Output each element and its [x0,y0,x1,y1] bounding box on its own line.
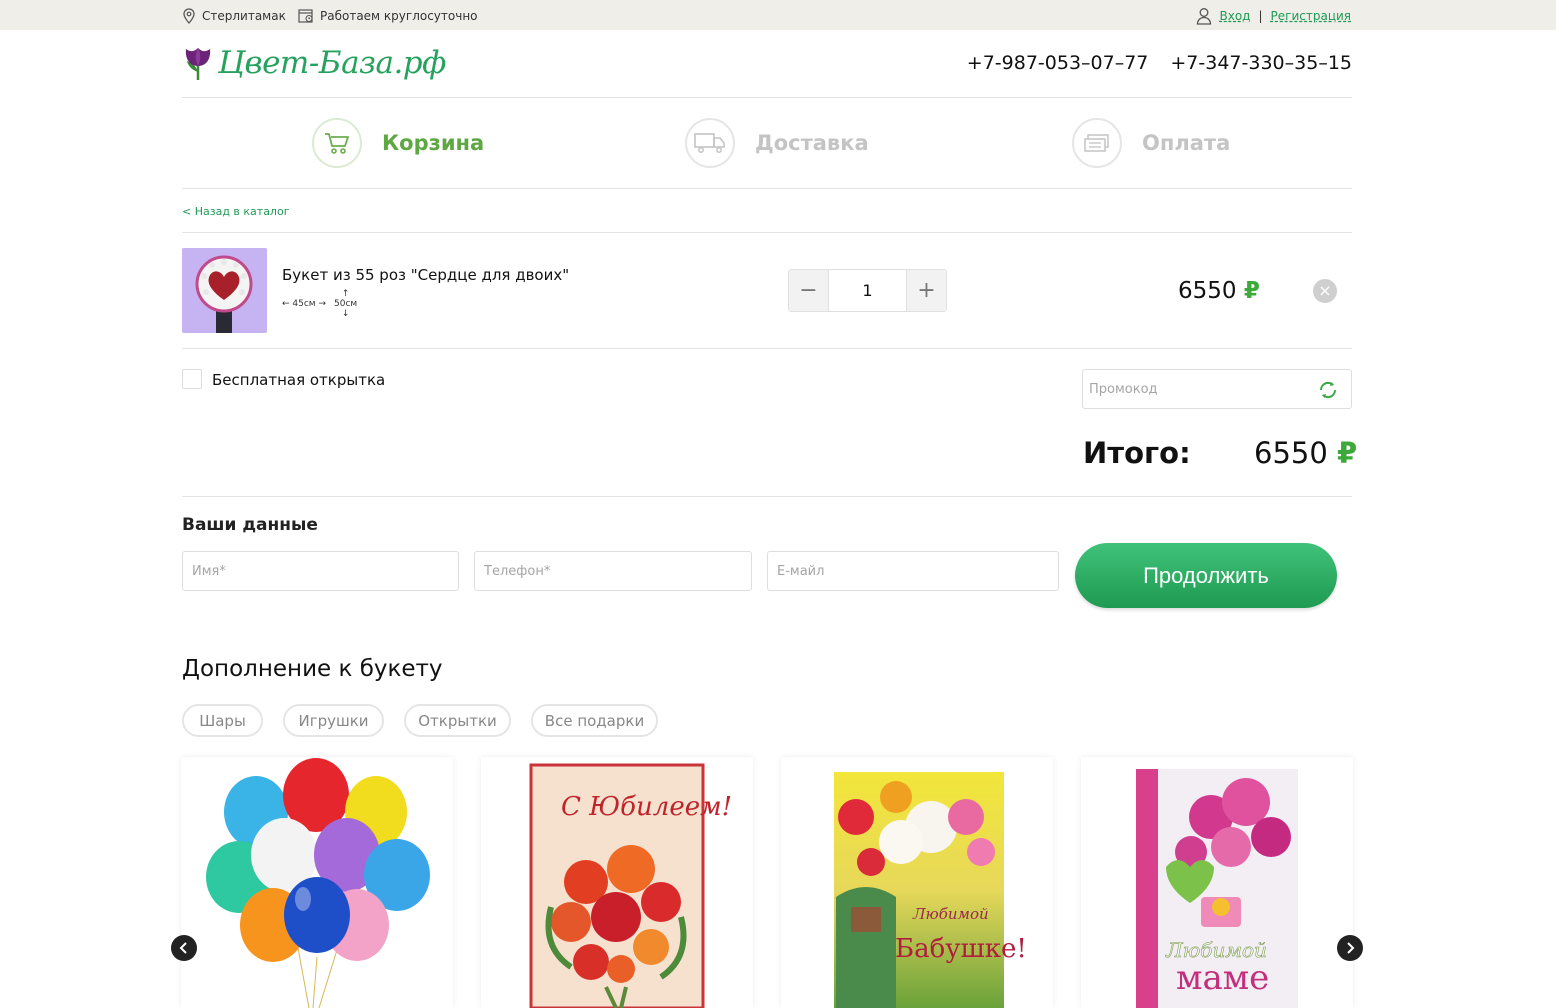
phone-input[interactable] [475,552,751,590]
mom-card-text-2: маме [1176,958,1269,998]
filter-toys[interactable]: Игрушки [283,704,384,737]
total-amount: 6550 ₽ [1254,436,1357,470]
height-dimension: ↑ 50см ↓ [334,289,357,319]
user-icon [1196,8,1211,25]
quantity-stepper: − 1 + [788,269,947,312]
refresh-icon[interactable] [1317,379,1339,401]
email-input[interactable] [768,552,1058,590]
cart-top-divider [182,232,1352,233]
step-payment[interactable]: Оплата [1072,118,1230,168]
cart-icon [325,133,349,154]
addon-card-jubilee[interactable]: С Юбилеем! [481,757,753,1008]
phone-list: +7-987-053–07–77 +7-347-330–35–15 [967,52,1352,74]
jubilee-card-text: С Юбилеем! [561,792,732,822]
logo-text: Цвет-База.рф [218,45,446,81]
carousel-prev-button[interactable] [171,935,197,961]
ruble-icon: ₽ [1243,278,1260,304]
filter-cards[interactable]: Открытки [404,704,511,737]
customer-section-title: Ваши данные [182,515,318,535]
total-label: Итого: [1083,436,1191,470]
promo-field [1082,369,1352,409]
arrow-up-icon: ↑ [341,289,350,299]
step-cart-label: Корзина [382,131,485,155]
addons-title: Дополнение к букету [182,656,443,682]
register-link[interactable]: Регистрация [1271,9,1351,23]
location-pin-icon [183,8,195,24]
addon-card-grandma[interactable]: Любимой Бабушке! [781,757,1053,1008]
chevron-left-icon [179,942,187,954]
addon-card-balloons[interactable] [181,757,453,1008]
email-field [767,551,1059,591]
city-selector[interactable]: Стерлитамак [182,8,286,24]
site-logo[interactable]: Цвет-База.рф [182,44,446,82]
step-delivery-circle [685,118,735,168]
width-dimension: ← 45см → [282,299,327,309]
quantity-decrease-button[interactable]: − [789,270,828,311]
auth-separator: | [1258,9,1263,23]
arrow-down-icon: ↓ [341,309,350,319]
cart-bottom-divider [182,348,1352,349]
working-hours-label: Работаем круглосуточно [320,8,478,23]
step-delivery[interactable]: Доставка [685,118,869,168]
bouquet-heart-image [182,248,267,333]
truck-icon [694,133,725,153]
quantity-value[interactable]: 1 [828,270,907,311]
free-card-label[interactable]: Бесплатная открытка [212,371,385,389]
auth-links: Вход | Регистрация [1196,7,1351,25]
balloons-image [206,758,430,1008]
calendar-clock-icon [298,9,313,23]
header-divider [182,97,1352,98]
product-thumbnail[interactable] [182,248,267,333]
quantity-increase-button[interactable]: + [907,270,946,311]
close-icon: × [1318,281,1332,300]
item-price: 6550 ₽ [1178,278,1260,304]
remove-item-button[interactable]: × [1313,279,1337,303]
total-divider [182,496,1352,497]
phone-field [474,551,752,591]
step-cart[interactable]: Корзина [312,118,484,168]
name-input[interactable] [183,552,458,590]
steps-divider [182,188,1352,189]
working-hours: Работаем круглосуточно [298,8,478,23]
mom-card-image: Любимой маме [1136,769,1298,1008]
total-ruble-icon: ₽ [1337,436,1358,470]
phone-1[interactable]: +7-987-053–07–77 [967,52,1149,74]
step-payment-circle [1072,118,1122,168]
city-label: Стерлитамак [202,9,286,23]
phone-2[interactable]: +7-347-330–35–15 [1170,52,1352,74]
filter-all-gifts[interactable]: Все подарки [531,704,658,737]
continue-button[interactable]: Продолжить [1075,543,1337,608]
step-payment-label: Оплата [1142,131,1231,155]
total-amount-value: 6550 [1254,436,1328,470]
product-dimensions: ← 45см → ↑ 50см ↓ [282,289,357,319]
top-bar: Стерлитамак Работаем круглосуточно Вход … [0,0,1556,30]
grandma-card-text-1: Любимой [912,905,989,923]
tulip-logo-icon [185,48,211,81]
promo-input[interactable] [1083,370,1303,408]
item-price-value: 6550 [1178,278,1237,304]
chevron-right-icon [1347,942,1355,954]
product-name[interactable]: Букет из 55 роз "Сердце для двоих" [282,266,569,284]
grandma-card-image: Любимой Бабушке! [834,772,1027,1008]
carousel-next-button[interactable] [1337,935,1363,961]
step-cart-circle [312,118,362,168]
jubilee-card-image: С Юбилеем! [529,763,732,1008]
free-card-checkbox[interactable] [182,369,202,389]
width-label: 45см [292,299,316,309]
height-label: 50см [334,299,358,309]
filter-balloons[interactable]: Шары [182,704,263,737]
step-delivery-label: Доставка [755,131,869,155]
addon-card-mom[interactable]: Любимой маме [1081,757,1353,1008]
login-link[interactable]: Вход [1220,9,1251,23]
name-field [182,551,459,591]
grandma-card-text-2: Бабушке! [895,934,1027,964]
back-to-catalog-link[interactable]: < Назад в каталог [182,205,289,218]
money-icon [1084,134,1109,152]
